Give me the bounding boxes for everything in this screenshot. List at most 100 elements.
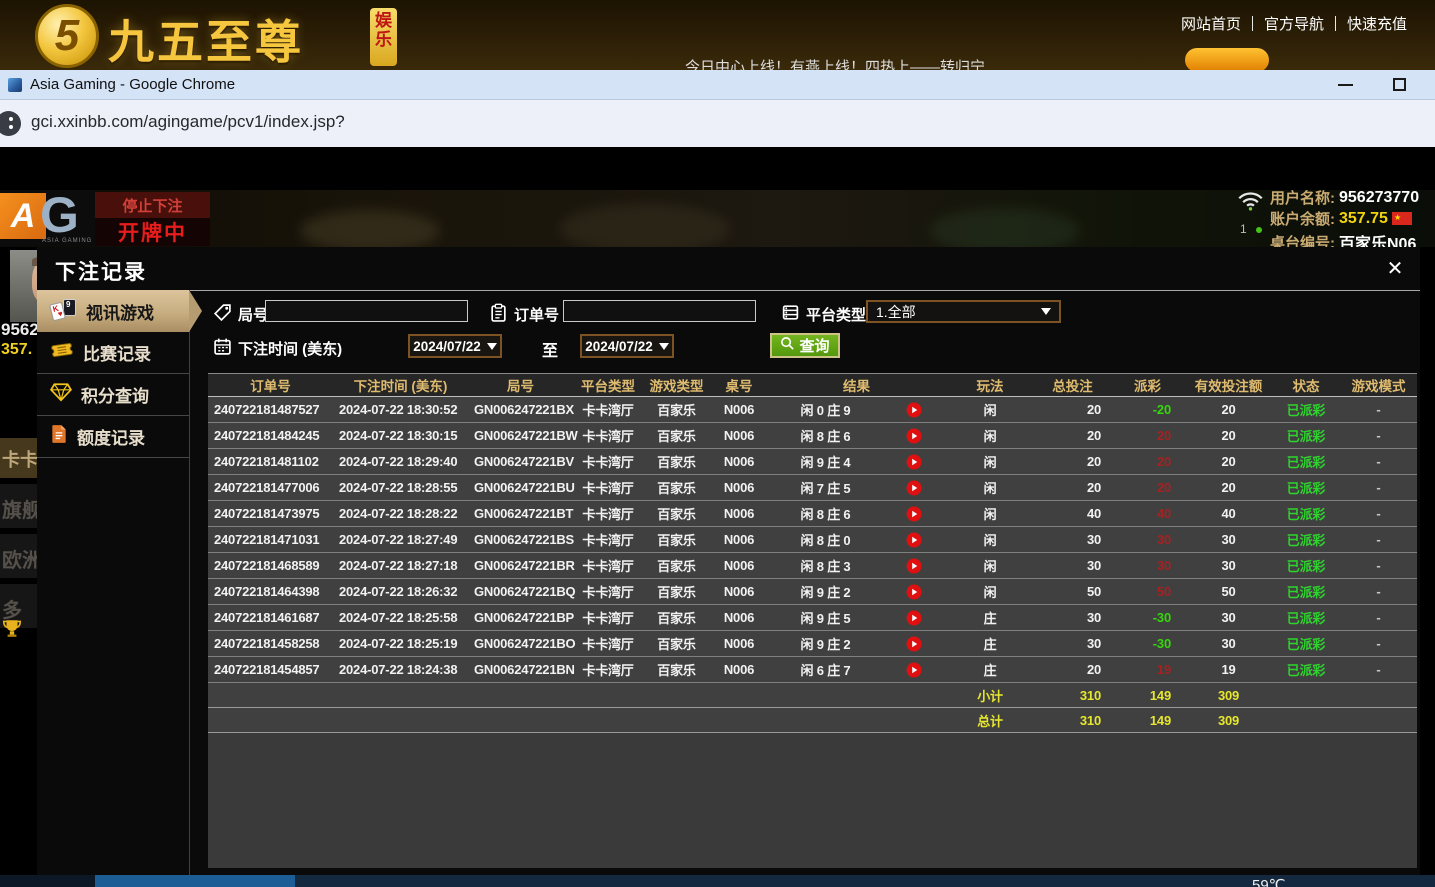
close-icon[interactable]: ✕ bbox=[1383, 256, 1407, 280]
stop-bet-label: 停止下注 bbox=[95, 192, 210, 218]
user-name-label: 用户名称: bbox=[1270, 187, 1335, 208]
cell-play: 闲 bbox=[945, 475, 1035, 500]
cell-total-bet: 30 bbox=[1035, 553, 1110, 578]
cell-time: 2024-07-22 18:29:40 bbox=[333, 449, 468, 474]
cell-status: 已派彩 bbox=[1272, 553, 1340, 578]
url-text[interactable]: gci.xxinbb.com/agingame/pcv1/index.jsp? bbox=[31, 112, 345, 132]
gem-icon bbox=[50, 382, 72, 407]
tab-video-games[interactable]: 视讯游戏 bbox=[37, 290, 189, 332]
cell-order: 240722181471031 bbox=[208, 527, 333, 552]
cell-video bbox=[883, 527, 945, 552]
cell-game-type: 百家乐 bbox=[643, 397, 710, 422]
play-video-button[interactable] bbox=[906, 532, 922, 548]
cell-video bbox=[883, 423, 945, 448]
date-from-picker[interactable]: 2024/07/22 bbox=[408, 334, 502, 358]
cell-time: 2024-07-22 18:27:18 bbox=[333, 553, 468, 578]
url-bar[interactable]: gci.xxinbb.com/agingame/pcv1/index.jsp? bbox=[0, 100, 1435, 147]
tab-quota-records[interactable]: 额度记录 bbox=[37, 416, 189, 458]
cell-table-no: N006 bbox=[710, 579, 768, 604]
cell-order: 240722181484245 bbox=[208, 423, 333, 448]
header-platform: 平台类型 bbox=[573, 374, 643, 396]
subtotal-label: 小计 bbox=[945, 683, 1035, 707]
cell-round: GN006247221BV bbox=[468, 449, 573, 474]
link-home[interactable]: 网站首页 bbox=[1181, 13, 1241, 34]
play-video-button[interactable] bbox=[906, 428, 922, 444]
play-video-button[interactable] bbox=[906, 584, 922, 600]
header-result: 结果 bbox=[768, 374, 945, 396]
table-header-row: 订单号 下注时间 (美东) 局号 平台类型 游戏类型 桌号 结果 玩法 总投注 … bbox=[208, 373, 1417, 397]
cell-game-mode: - bbox=[1340, 423, 1417, 448]
cell-result: 闲 8 庄 3 bbox=[768, 553, 883, 578]
play-video-button[interactable] bbox=[906, 506, 922, 522]
cell-platform: 卡卡湾厅 bbox=[573, 605, 643, 630]
cell-table-no: N006 bbox=[710, 527, 768, 552]
table-row: 240722181468589 2024-07-22 18:27:18 GN00… bbox=[208, 553, 1417, 579]
cell-time: 2024-07-22 18:30:15 bbox=[333, 423, 468, 448]
game-status-banner: 停止下注 开牌中 bbox=[95, 192, 210, 246]
table-row: 240722181487527 2024-07-22 18:30:52 GN00… bbox=[208, 397, 1417, 423]
cell-platform: 卡卡湾厅 bbox=[573, 423, 643, 448]
site-orange-button[interactable] bbox=[1185, 48, 1269, 70]
bet-records-dialog: 下注记录 ✕ 视讯游戏 比赛记录 bbox=[37, 247, 1420, 875]
tag-icon bbox=[213, 303, 232, 326]
cell-game-type: 百家乐 bbox=[643, 579, 710, 604]
minimize-button[interactable] bbox=[1338, 84, 1353, 86]
cell-order: 240722181461687 bbox=[208, 605, 333, 630]
tab-label: 比赛记录 bbox=[83, 340, 151, 365]
platform-type-select[interactable]: 1.全部 bbox=[866, 300, 1061, 323]
cell-platform: 卡卡湾厅 bbox=[573, 475, 643, 500]
bet-records-table: 订单号 下注时间 (美东) 局号 平台类型 游戏类型 桌号 结果 玩法 总投注 … bbox=[208, 373, 1417, 733]
date-to-picker[interactable]: 2024/07/22 bbox=[580, 334, 674, 358]
link-quick-recharge[interactable]: 快速充值 bbox=[1347, 13, 1407, 34]
link-separator bbox=[1335, 16, 1336, 31]
play-video-button[interactable] bbox=[906, 636, 922, 652]
cell-payout: 19 bbox=[1110, 657, 1185, 682]
tab-points-query[interactable]: 积分查询 bbox=[37, 374, 189, 416]
link-official-nav[interactable]: 官方导航 bbox=[1264, 13, 1324, 34]
site-nav-links: 网站首页 官方导航 快速充值 bbox=[1181, 13, 1407, 34]
cell-valid-bet: 30 bbox=[1185, 527, 1272, 552]
order-number-input[interactable] bbox=[563, 300, 756, 322]
header-payout: 派彩 bbox=[1110, 374, 1185, 396]
cell-total-bet: 30 bbox=[1035, 605, 1110, 630]
search-button[interactable]: 查询 bbox=[770, 333, 840, 358]
cell-video bbox=[883, 631, 945, 656]
cell-play: 闲 bbox=[945, 579, 1035, 604]
cell-play: 庄 bbox=[945, 631, 1035, 656]
cell-round: GN006247221BS bbox=[468, 527, 573, 552]
cell-payout: -30 bbox=[1110, 605, 1185, 630]
cell-valid-bet: 50 bbox=[1185, 579, 1272, 604]
trophy-icon bbox=[1, 617, 23, 644]
table-empty-area bbox=[208, 733, 1417, 868]
play-video-button[interactable] bbox=[906, 402, 922, 418]
cell-payout: -30 bbox=[1110, 631, 1185, 656]
header-game-type: 游戏类型 bbox=[643, 374, 710, 396]
play-video-button[interactable] bbox=[906, 610, 922, 626]
cell-valid-bet: 20 bbox=[1185, 449, 1272, 474]
cell-status: 已派彩 bbox=[1272, 605, 1340, 630]
round-number-input[interactable] bbox=[265, 300, 468, 322]
cell-table-no: N006 bbox=[710, 423, 768, 448]
cell-table-no: N006 bbox=[710, 501, 768, 526]
play-video-button[interactable] bbox=[906, 558, 922, 574]
play-video-button[interactable] bbox=[906, 454, 922, 470]
cell-game-type: 百家乐 bbox=[643, 553, 710, 578]
header-status: 状态 bbox=[1272, 374, 1340, 396]
cell-table-no: N006 bbox=[710, 449, 768, 474]
dealing-label: 开牌中 bbox=[95, 218, 210, 246]
tab-match-records[interactable]: 比赛记录 bbox=[37, 332, 189, 374]
cell-platform: 卡卡湾厅 bbox=[573, 657, 643, 682]
playing-cards-icon bbox=[50, 299, 77, 323]
maximize-button[interactable] bbox=[1393, 78, 1406, 91]
cell-table-no: N006 bbox=[710, 631, 768, 656]
play-video-button[interactable] bbox=[906, 662, 922, 678]
cell-order: 240722181464398 bbox=[208, 579, 333, 604]
table-row: 240722181464398 2024-07-22 18:26:32 GN00… bbox=[208, 579, 1417, 605]
cell-total-bet: 50 bbox=[1035, 579, 1110, 604]
cell-game-mode: - bbox=[1340, 527, 1417, 552]
table-row: 240722181477006 2024-07-22 18:28:55 GN00… bbox=[208, 475, 1417, 501]
total-payout: 149 bbox=[1110, 708, 1185, 732]
cell-video bbox=[883, 579, 945, 604]
subtotal-valid: 309 bbox=[1185, 683, 1272, 707]
play-video-button[interactable] bbox=[906, 480, 922, 496]
